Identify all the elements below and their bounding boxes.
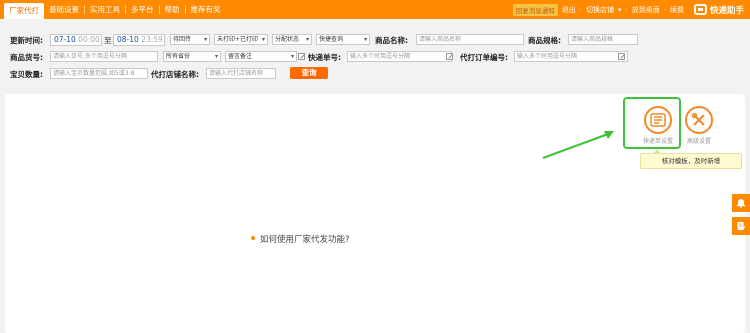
order-no-label: 代打订单编号:: [460, 53, 508, 62]
shop-badge[interactable]: 回复消息通知: [512, 3, 558, 16]
remark-select[interactable]: 留言备注: [225, 51, 297, 62]
print-status-select[interactable]: 未打印+已打印: [214, 34, 268, 45]
express-no-label: 快递单号:: [308, 53, 341, 62]
query-button[interactable]: 查询: [290, 67, 328, 79]
wrench-screwdriver-icon: [691, 112, 705, 126]
product-spec-input[interactable]: 请输入商品规格: [568, 34, 638, 45]
advanced-settings-label[interactable]: 高级设置: [687, 136, 711, 145]
tab-tools[interactable]: 实用工具: [85, 0, 125, 19]
notification-side-tab[interactable]: [732, 194, 750, 212]
product-name-label: 商品名称:: [375, 36, 408, 45]
bullet-dot: [251, 236, 255, 240]
brand-name: 快递助手: [709, 5, 744, 16]
switch-shop-link[interactable]: 切换店铺: [586, 5, 614, 15]
advanced-settings-button[interactable]: [685, 106, 713, 134]
filter-panel: 更新时间: 07-10 00:00 至 08-10 23:59 待回传 未打印+…: [0, 19, 750, 93]
end-time-value: 23:59: [141, 35, 163, 44]
start-date-input[interactable]: 07-10 00:00: [50, 34, 102, 46]
quantity-input[interactable]: 请输入宝贝数量范围,如5或3-8: [50, 68, 148, 79]
date-to: 至: [104, 36, 112, 45]
product-name-input[interactable]: 请输入商品名称: [416, 34, 524, 45]
tab-basic-settings[interactable]: 基础设置: [44, 0, 84, 19]
tab-factory-print[interactable]: 厂家代打: [4, 3, 44, 19]
pencil-icon[interactable]: [298, 53, 305, 60]
tab-help[interactable]: 帮助: [160, 0, 185, 19]
nav-separator: ·: [625, 5, 628, 14]
nav-separator: ·: [663, 5, 666, 14]
shop-name-input[interactable]: 请输入代打店铺名称: [206, 68, 276, 79]
feedback-side-tab[interactable]: [732, 217, 750, 235]
chevron-down-icon: ▾: [618, 5, 622, 14]
logout-link[interactable]: 退出: [562, 5, 576, 15]
pencil-icon[interactable]: [446, 53, 453, 60]
product-code-input[interactable]: 请输入货号,多个用逗号分隔: [50, 51, 158, 62]
start-time-value: 00:00: [78, 35, 100, 44]
green-arrow: [542, 131, 614, 159]
renew-link[interactable]: 续费: [670, 5, 684, 15]
tab-referral[interactable]: 推荐有奖: [186, 0, 226, 19]
express-no-input[interactable]: 输入多个时用逗号分隔: [347, 51, 452, 62]
brand-logo-icon: [693, 4, 707, 15]
express-template-icon: [650, 113, 666, 127]
top-nav: 厂家代打 基础设置 实用工具 多平台 帮助 推荐有奖 回复消息通知 退出 · 切…: [0, 0, 750, 19]
assign-status-select[interactable]: 分配状态: [272, 34, 312, 45]
pencil-icon[interactable]: [618, 53, 625, 60]
quick-query-select[interactable]: 快捷查询: [316, 34, 370, 45]
bell-icon: [737, 199, 745, 208]
nav-separator: ·: [579, 5, 582, 14]
tab-multi-platform[interactable]: 多平台: [126, 0, 159, 19]
status-select[interactable]: 待回传: [170, 34, 210, 45]
order-no-input[interactable]: 输入多个时用逗号分隔: [514, 51, 628, 62]
update-time-label: 更新时间:: [10, 36, 43, 45]
product-spec-label: 商品规格:: [528, 36, 561, 45]
desktop-link[interactable]: 放到桌面: [632, 5, 660, 15]
shop-name-label: 代打店铺名称:: [151, 70, 199, 79]
quantity-label: 宝贝数量:: [10, 70, 43, 79]
product-code-label: 商品货号:: [10, 53, 43, 62]
quick-settings-button[interactable]: [644, 106, 672, 134]
nav-right: 回复消息通知 退出 · 切换店铺 ▾ · 放到桌面 · 续费 快递助手: [512, 0, 744, 19]
howto-link[interactable]: 如何使用厂家代发功能?: [260, 233, 350, 245]
template-tip: 核对模板，及时新增: [640, 149, 742, 169]
province-select[interactable]: 所有省份: [163, 51, 221, 62]
start-date-value: 07-10: [54, 35, 76, 44]
quick-settings-label[interactable]: 快递单设置: [643, 136, 673, 145]
edit-note-icon: [737, 222, 746, 230]
end-date-value: 08-10: [117, 35, 139, 44]
end-date-input[interactable]: 08-10 23:59: [113, 34, 165, 46]
brand: 快递助手: [693, 4, 744, 16]
